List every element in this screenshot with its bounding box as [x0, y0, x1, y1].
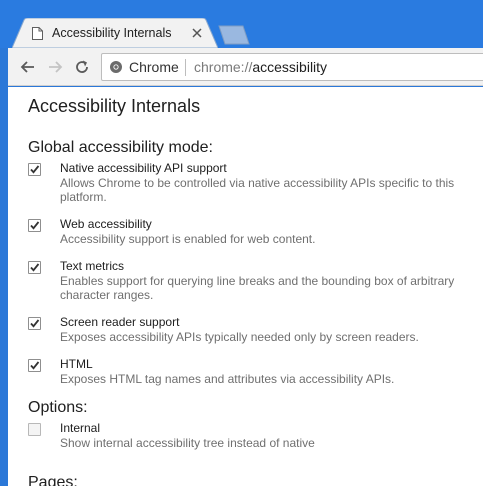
web-accessibility-checkbox[interactable] [28, 219, 41, 232]
option-label: Text metrics [60, 259, 125, 273]
option-label: Native accessibility API support [60, 161, 227, 175]
tab-accessibility-internals[interactable]: Accessibility Internals [12, 18, 218, 48]
text-metrics-checkbox[interactable] [28, 261, 41, 274]
option-label: Internal [60, 421, 101, 435]
new-tab-button[interactable] [213, 24, 251, 46]
option-description: Enables support for querying line breaks… [60, 274, 455, 302]
pages-heading: Pages: [28, 474, 78, 486]
options-heading: Options: [28, 399, 88, 416]
option-description: Exposes accessibility APIs typically nee… [60, 330, 419, 344]
option-description: Allows Chrome to be controlled via nativ… [60, 176, 455, 204]
page-title: Accessibility Internals [28, 96, 201, 116]
native-api-checkbox[interactable] [28, 163, 41, 176]
option-description: Exposes HTML tag names and attributes vi… [60, 372, 395, 386]
back-button[interactable] [19, 58, 37, 76]
origin-chip[interactable]: Chrome [129, 59, 179, 75]
screen-reader-checkbox[interactable] [28, 317, 41, 330]
url-scheme: chrome:// [194, 59, 253, 75]
option-label: HTML [60, 357, 93, 371]
chip-divider [185, 59, 186, 76]
option-description: Accessibility support is enabled for web… [60, 232, 316, 246]
option-label: Screen reader support [60, 315, 180, 329]
forward-button[interactable] [46, 58, 64, 76]
reload-icon [76, 60, 88, 73]
internal-checkbox[interactable] [28, 423, 41, 436]
address-bar[interactable]: Chrome chrome://accessibility [101, 53, 483, 81]
chrome-icon [109, 60, 123, 74]
page-icon [32, 27, 43, 40]
check-icon [30, 165, 40, 174]
option-description: Show internal accessibility tree instead… [60, 436, 315, 450]
tab-title: Accessibility Internals [52, 26, 172, 40]
page-content: Accessibility Internals Global accessibi… [8, 87, 483, 486]
reload-button[interactable] [73, 58, 91, 76]
global-mode-heading: Global accessibility mode: [28, 139, 213, 156]
browser-window: Accessibility Internals Chrome chrome://… [0, 0, 483, 486]
back-arrow-icon [20, 61, 34, 73]
html-checkbox[interactable] [28, 359, 41, 372]
option-label: Web accessibility [60, 217, 152, 231]
check-icon [30, 221, 40, 230]
forward-arrow-icon [49, 61, 63, 73]
check-icon [30, 361, 40, 370]
close-icon[interactable] [191, 26, 203, 38]
check-icon [30, 319, 40, 328]
check-icon [30, 263, 40, 272]
url-text[interactable]: chrome://accessibility [194, 59, 327, 75]
toolbar: Chrome chrome://accessibility [8, 48, 483, 86]
url-host: accessibility [252, 59, 328, 75]
